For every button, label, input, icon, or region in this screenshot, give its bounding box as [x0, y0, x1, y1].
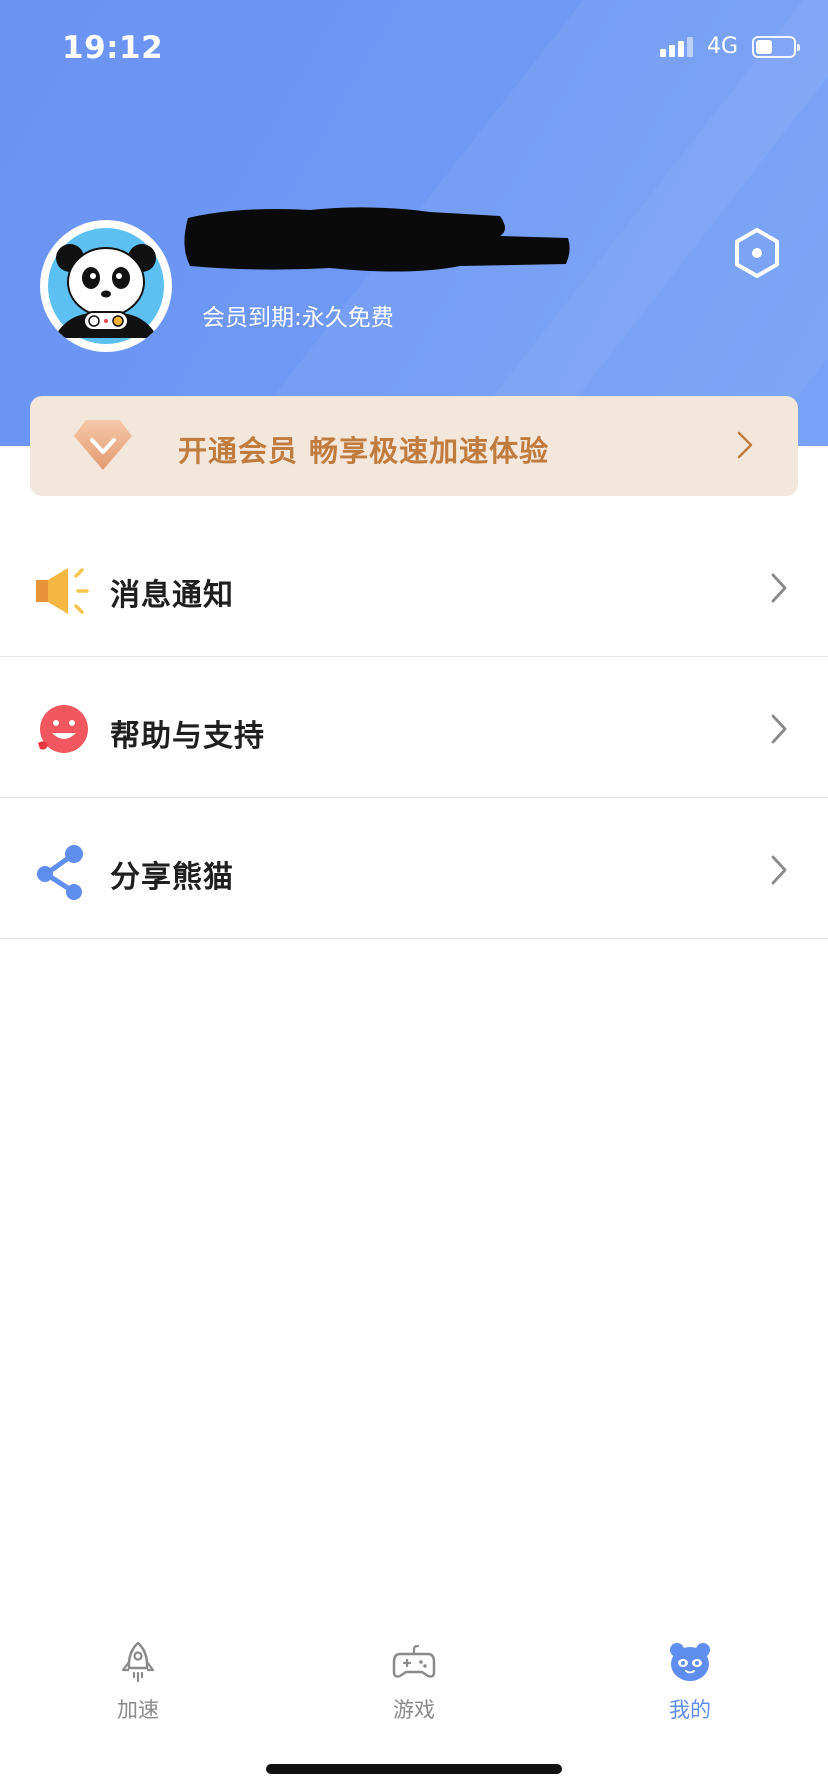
tab-games[interactable]: 游戏 — [334, 1630, 494, 1742]
vip-banner[interactable]: 开通会员 畅享极速加速体验 — [30, 396, 798, 496]
bottom-tab-bar: 加速 游戏 我的 — [0, 1630, 828, 1742]
menu-item-label: 分享熊猫 — [110, 860, 234, 895]
vip-banner-text: 开通会员 畅享极速加速体验 — [178, 434, 550, 468]
panda-gamer-avatar-icon — [42, 222, 170, 350]
smiley-face-icon — [38, 705, 88, 753]
network-type: 4G — [706, 34, 738, 59]
tab-accelerate[interactable]: 加速 — [58, 1630, 218, 1742]
signal-icon — [659, 36, 693, 57]
chevron-right-icon — [771, 714, 787, 744]
rocket-icon — [121, 1641, 155, 1683]
profile-screen: 19:12 4G 会员到期:永久免费 开通会员 畅享极速加速体验 消息通知 帮助… — [0, 0, 828, 1792]
share-icon — [37, 845, 83, 900]
battery-icon — [752, 35, 800, 58]
menu-item-label: 消息通知 — [110, 578, 234, 613]
chevron-right-icon — [771, 573, 787, 603]
menu-item-label: 帮助与支持 — [110, 719, 265, 754]
tab-label: 加速 — [117, 1698, 159, 1722]
tab-label: 游戏 — [393, 1698, 435, 1722]
menu-item-help-support[interactable]: 帮助与支持 — [0, 657, 828, 798]
diamond-icon — [74, 420, 132, 470]
status-time: 19:12 — [62, 30, 164, 66]
home-indicator[interactable] — [266, 1764, 562, 1774]
status-indicators: 4G — [659, 34, 800, 59]
membership-expiry: 会员到期:永久免费 — [202, 305, 394, 331]
menu-item-share[interactable]: 分享熊猫 — [0, 798, 828, 939]
chevron-right-icon — [771, 855, 787, 885]
chevron-right-icon — [737, 431, 753, 459]
status-bar: 19:12 4G — [0, 0, 828, 100]
megaphone-icon — [36, 568, 89, 614]
battery-level — [756, 39, 772, 54]
settings-button[interactable] — [730, 226, 784, 280]
avatar[interactable] — [40, 220, 172, 352]
tab-label: 我的 — [669, 1698, 711, 1722]
profile-header: 19:12 4G 会员到期:永久免费 — [0, 0, 828, 446]
username-redacted — [180, 202, 570, 280]
panda-face-icon — [670, 1643, 710, 1681]
menu-list: 消息通知 帮助与支持 分享熊猫 — [0, 516, 828, 939]
tab-mine[interactable]: 我的 — [610, 1630, 770, 1742]
menu-item-notifications[interactable]: 消息通知 — [0, 516, 828, 657]
gamepad-icon — [392, 1644, 436, 1678]
hexagon-settings-icon — [735, 228, 779, 278]
